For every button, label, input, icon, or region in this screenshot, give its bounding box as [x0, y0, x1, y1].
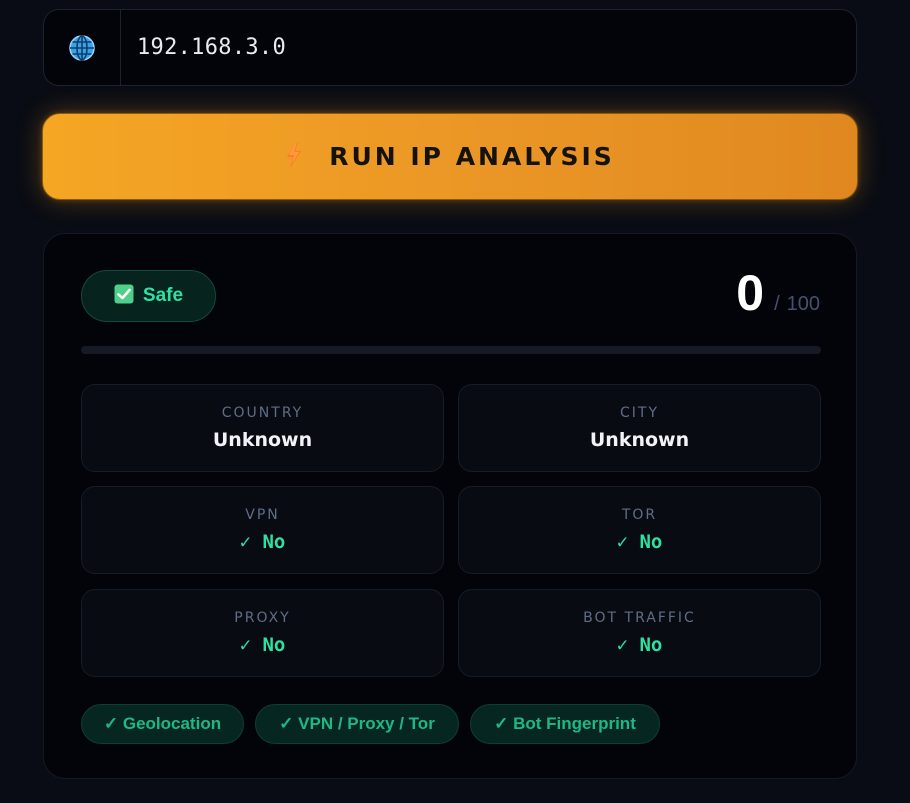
vpn-card: VPN ✓ No	[81, 486, 444, 574]
ip-input-field[interactable]: 192.168.3.0	[43, 9, 857, 86]
bot-traffic-value: ✓ No	[616, 634, 663, 656]
risk-score-bar	[81, 346, 821, 354]
tor-label: TOR	[621, 507, 658, 523]
risk-score-max: 100	[786, 293, 820, 315]
run-ip-analysis-button[interactable]: RUN IP ANALYSIS	[42, 113, 858, 200]
status-badge: Safe	[81, 270, 216, 322]
city-value: Unknown	[589, 429, 690, 451]
proxy-card: PROXY ✓ No	[81, 589, 444, 677]
check-chip-bot-fingerprint: ✓ Bot Fingerprint	[470, 704, 660, 744]
risk-score: 0 / 100	[736, 264, 820, 322]
country-value: Unknown	[212, 429, 313, 451]
tor-card: TOR ✓ No	[458, 486, 821, 574]
proxy-label: PROXY	[234, 610, 291, 626]
analysis-result-panel: Safe 0 / 100 COUNTRY Unknown CITY Unknow…	[43, 233, 857, 779]
check-chip-vpn-proxy-tor: ✓ VPN / Proxy / Tor	[255, 704, 459, 744]
check-box-icon	[114, 284, 134, 309]
status-label: Safe	[142, 285, 184, 306]
vpn-value: ✓ No	[239, 531, 286, 553]
check-chip-geolocation: ✓ Geolocation	[81, 704, 244, 744]
risk-score-value: 0	[736, 265, 765, 321]
city-card: CITY Unknown	[458, 384, 821, 472]
run-button-label: RUN IP ANALYSIS	[329, 142, 615, 171]
risk-score-separator: /	[774, 293, 780, 315]
ip-address-value[interactable]: 192.168.3.0	[121, 35, 286, 60]
city-label: CITY	[619, 405, 659, 421]
globe-icon	[44, 10, 121, 85]
lightning-icon	[285, 142, 303, 173]
vpn-label: VPN	[245, 507, 280, 523]
proxy-value: ✓ No	[239, 634, 286, 656]
bot-traffic-card: BOT TRAFFIC ✓ No	[458, 589, 821, 677]
country-card: COUNTRY Unknown	[81, 384, 444, 472]
tor-value: ✓ No	[616, 531, 663, 553]
bot-traffic-label: BOT TRAFFIC	[583, 610, 696, 626]
country-label: COUNTRY	[221, 405, 304, 421]
